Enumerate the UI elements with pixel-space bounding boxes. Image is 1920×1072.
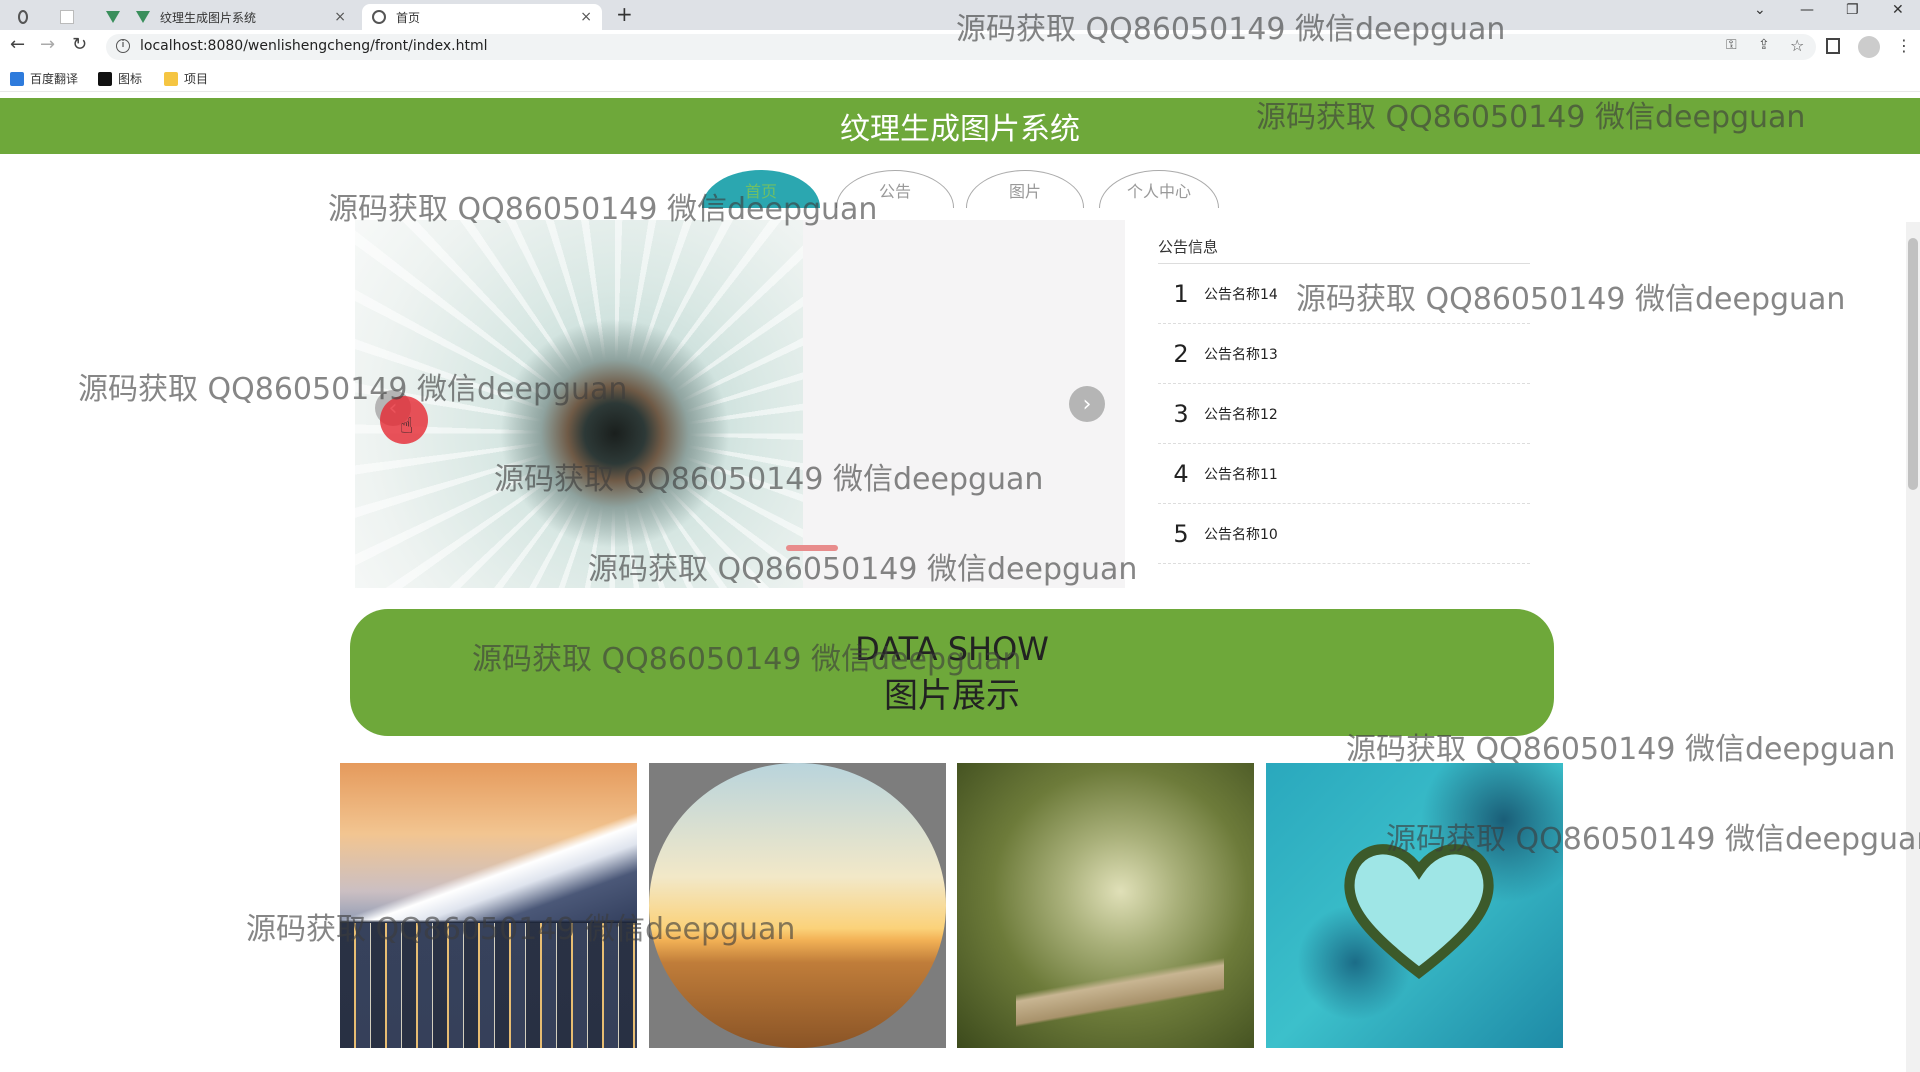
vue-icon	[106, 11, 120, 23]
close-icon[interactable]: ×	[580, 9, 592, 25]
close-icon[interactable]: ×	[334, 9, 346, 25]
notice-item[interactable]: 2 公告名称13	[1158, 324, 1530, 384]
notice-title: 公告信息	[1158, 236, 1530, 264]
forward-icon[interactable]: →	[40, 34, 55, 55]
tab-home[interactable]: 首页 ×	[362, 4, 602, 30]
watermark: 源码获取 QQ86050149 微信deepguan	[246, 912, 796, 947]
folder-icon	[164, 71, 178, 86]
tab-icon-only[interactable]	[8, 4, 48, 30]
profile-avatar[interactable]	[1858, 36, 1880, 58]
notice-item[interactable]: 5 公告名称10	[1158, 504, 1530, 564]
page-icon	[60, 10, 74, 24]
tab-vue[interactable]	[96, 4, 124, 30]
nav-images[interactable]: 图片	[966, 170, 1084, 208]
tab-label: 纹理生成图片系统	[160, 10, 257, 25]
info-icon[interactable]: i	[116, 39, 130, 53]
watermark: 源码获取 QQ86050149 微信deepguan	[328, 192, 878, 227]
tab-search-icon[interactable]: ⌄	[1754, 2, 1766, 18]
bookmarks-bar: 百度翻译 图标 项目	[0, 64, 1920, 92]
minimize-button[interactable]: —	[1800, 2, 1814, 18]
tab-system[interactable]: 纹理生成图片系统 ×	[126, 4, 356, 30]
scrollbar-thumb[interactable]	[1908, 238, 1918, 490]
notice-item[interactable]: 4 公告名称11	[1158, 444, 1530, 504]
watermark: 源码获取 QQ86050149 微信deepguan	[1386, 822, 1920, 857]
sidepanel-icon[interactable]	[1826, 38, 1840, 54]
key-icon[interactable]: ⚿	[1726, 37, 1737, 53]
vue-icon	[136, 11, 150, 23]
menu-icon[interactable]: ⋮	[1896, 36, 1912, 55]
tab-label: 首页	[396, 10, 421, 25]
bookmark-project[interactable]: 项目	[164, 70, 208, 87]
tab-blank[interactable]	[50, 4, 94, 30]
image-icon	[98, 71, 112, 86]
photo-heart-island[interactable]	[1266, 763, 1563, 1048]
reload-icon[interactable]: ↻	[72, 34, 87, 55]
new-tab-button[interactable]: +	[616, 2, 633, 26]
watermark: 源码获取 QQ86050149 微信deepguan	[588, 552, 1138, 587]
url-text[interactable]: localhost:8080/wenlishengcheng/front/ind…	[140, 38, 487, 54]
watermark: 源码获取 QQ86050149 微信deepguan	[1256, 100, 1806, 135]
translate-icon	[10, 71, 24, 86]
bookmark-fanyi[interactable]: 百度翻译	[10, 70, 78, 87]
photo-forest-road[interactable]	[957, 763, 1254, 1048]
globe-icon	[18, 10, 28, 24]
share-icon[interactable]: ⇪	[1758, 37, 1770, 53]
watermark: 源码获取 QQ86050149 微信deepguan	[1346, 732, 1896, 767]
watermark: 源码获取 QQ86050149 微信deepguan	[1296, 282, 1846, 317]
globe-icon	[372, 10, 386, 24]
watermark: 源码获取 QQ86050149 微信deepguan	[472, 642, 1022, 677]
restore-button[interactable]: ❐	[1846, 2, 1859, 18]
banner-title-cn: 图片展示	[884, 675, 1020, 716]
notice-item[interactable]: 3 公告名称12	[1158, 384, 1530, 444]
bookmark-icons[interactable]: 图标	[98, 70, 142, 87]
star-icon[interactable]: ☆	[1790, 36, 1804, 55]
back-icon[interactable]: ←	[10, 34, 25, 55]
nav-user-center[interactable]: 个人中心	[1099, 170, 1219, 208]
watermark: 源码获取 QQ86050149 微信deepguan	[494, 462, 1044, 497]
watermark: 源码获取 QQ86050149 微信deepguan	[956, 12, 1506, 47]
close-window-button[interactable]: ✕	[1892, 2, 1904, 18]
carousel-next-button[interactable]: ›	[1069, 386, 1105, 422]
hand-cursor-icon: ☝	[400, 414, 414, 439]
watermark: 源码获取 QQ86050149 微信deepguan	[78, 372, 628, 407]
site-title: 纹理生成图片系统	[840, 112, 1080, 147]
